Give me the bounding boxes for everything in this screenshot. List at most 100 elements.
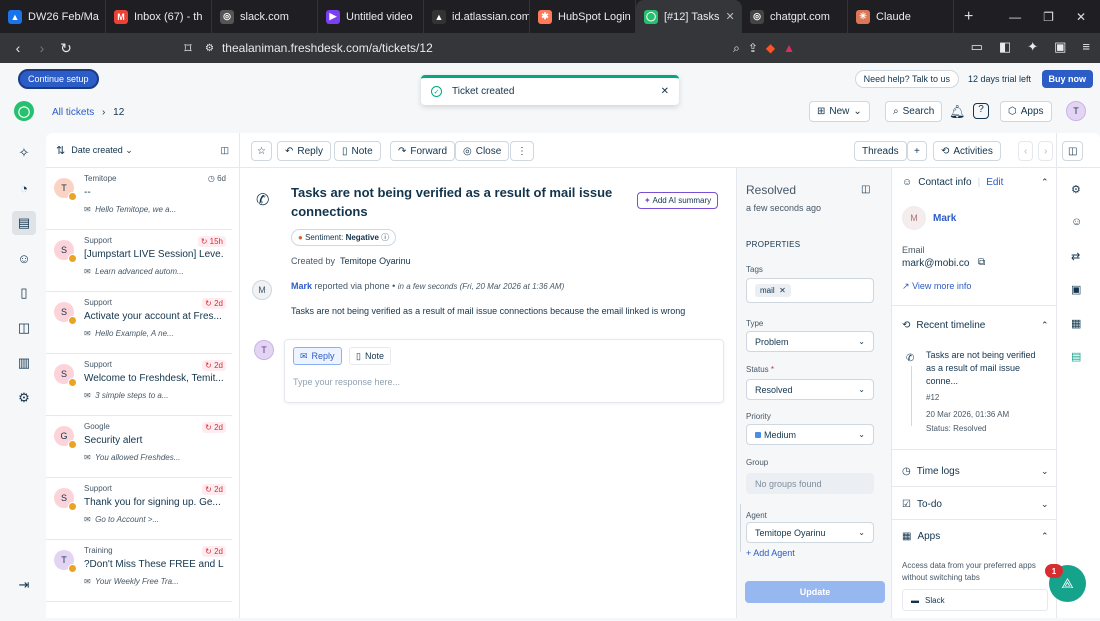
status-select[interactable]: Resolved ⌄ bbox=[746, 379, 874, 400]
tickets-icon[interactable]: ▤ bbox=[12, 211, 36, 235]
restore-icon[interactable]: ❐ bbox=[1043, 10, 1054, 24]
time-logs-title[interactable]: Time logs bbox=[917, 466, 960, 477]
notifications-bell-icon[interactable]: 🔔︎ bbox=[949, 104, 966, 120]
new-tab-button[interactable]: + bbox=[954, 8, 983, 26]
close-button[interactable]: ◎ Close bbox=[455, 141, 510, 161]
todo-title[interactable]: To-do bbox=[917, 499, 942, 510]
settings-gear-icon[interactable]: ⚙ bbox=[12, 386, 36, 410]
collapse-icon[interactable]: ⌃ bbox=[1041, 320, 1049, 331]
browser-tab[interactable]: ▲ id.atlassian.com bbox=[424, 0, 530, 33]
reports-icon[interactable]: ▥ bbox=[12, 351, 36, 375]
site-info-icon[interactable]: ⚙ bbox=[205, 43, 214, 54]
browser-tab[interactable]: ▲ DW26 Feb/Ma bbox=[0, 0, 106, 33]
browser-tab[interactable]: ✱ HubSpot Login bbox=[530, 0, 636, 33]
note-tab[interactable]: ▯ Note bbox=[349, 347, 391, 365]
apps-button[interactable]: ⬡ Apps bbox=[1000, 101, 1052, 122]
collapse-list-icon[interactable]: ◫ bbox=[220, 145, 229, 156]
contacts-icon[interactable]: ☺ bbox=[12, 246, 36, 270]
contact-name[interactable]: Mark bbox=[933, 213, 956, 224]
add-agent-link[interactable]: + Add Agent bbox=[746, 548, 795, 558]
browser-tab[interactable]: M Inbox (67) - th bbox=[106, 0, 212, 33]
close-window-icon[interactable]: ✕ bbox=[1076, 10, 1086, 24]
forward-button[interactable]: ↷ Forward bbox=[390, 141, 456, 161]
browser-tab[interactable]: ▶ Untitled video bbox=[318, 0, 424, 33]
back-icon[interactable]: ‹ bbox=[6, 40, 30, 56]
threads-button[interactable]: Threads bbox=[854, 141, 907, 161]
type-select[interactable]: Problem ⌄ bbox=[746, 331, 874, 352]
add-ai-summary-button[interactable]: ✦ Add AI summary bbox=[637, 192, 719, 209]
timeline-text[interactable]: Tasks are not being verified as a result… bbox=[926, 349, 1044, 388]
share-icon[interactable]: ⇪ bbox=[748, 41, 758, 55]
menu-icon[interactable]: ≡ bbox=[1082, 39, 1090, 55]
freshdesk-logo-icon[interactable]: ◯ bbox=[14, 101, 34, 121]
sidebar-icon[interactable]: ◧ bbox=[999, 39, 1011, 55]
search-button[interactable]: ⌕ Search bbox=[885, 101, 943, 122]
ticket-list-item[interactable]: G Google Security alert ✉ You allowed Fresh… bbox=[46, 416, 232, 478]
activities-button[interactable]: ⟲ Activities bbox=[933, 141, 1001, 161]
url-field[interactable]: ⚙ thealaniman.freshdesk.com/a/tickets/12… bbox=[205, 36, 795, 60]
info-icon[interactable]: ⓘ bbox=[381, 233, 389, 242]
close-tab-icon[interactable]: ✕ bbox=[725, 10, 734, 23]
bookmark-icon[interactable]: ⌑ bbox=[176, 40, 200, 57]
ticket-list-item[interactable]: T Training ?Don't Miss These FREE and L...… bbox=[46, 540, 232, 602]
collapse-icon[interactable]: ⌃ bbox=[1041, 531, 1049, 542]
sliders-icon[interactable]: ⚙ bbox=[1071, 183, 1081, 196]
ticket-list-item[interactable]: S Support Thank you for signing up. Ge... ✉… bbox=[46, 478, 232, 540]
more-options-icon[interactable]: ⋮ bbox=[510, 141, 534, 161]
next-ticket-icon[interactable]: › bbox=[1038, 141, 1054, 161]
browser-tab[interactable]: ◯ [#12] Tasks ✕ bbox=[636, 0, 742, 33]
calendar-icon[interactable]: ▦ bbox=[1071, 317, 1081, 330]
expand-nav-icon[interactable]: ⇥ bbox=[12, 573, 36, 597]
reply-input[interactable]: Type your response here... bbox=[293, 377, 400, 387]
priority-select[interactable]: Medium ⌄ bbox=[746, 424, 874, 445]
ticket-list-item[interactable]: S Support Welcome to Freshdesk, Temit... ✉ … bbox=[46, 354, 232, 416]
expand-icon[interactable]: ⌄ bbox=[1041, 499, 1049, 510]
edit-contact-link[interactable]: Edit bbox=[986, 177, 1003, 188]
sparkle-icon[interactable]: ✧ bbox=[12, 141, 36, 165]
new-button[interactable]: ⊞ New ⌄ bbox=[809, 101, 870, 122]
collapse-icon[interactable]: ⌃ bbox=[1041, 177, 1049, 188]
help-button[interactable]: Need help? Talk to us bbox=[854, 70, 959, 88]
tags-field[interactable]: mail ✕ bbox=[746, 278, 874, 303]
sort-dropdown[interactable]: Date created ⌄ bbox=[71, 145, 133, 156]
add-thread-icon[interactable]: + bbox=[907, 141, 927, 161]
reload-icon[interactable]: ↻ bbox=[54, 40, 78, 57]
browser-tab[interactable]: ✳ Claude bbox=[848, 0, 954, 33]
author-name[interactable]: Mark bbox=[291, 281, 312, 291]
browser-tab[interactable]: ◎ chatgpt.com bbox=[742, 0, 848, 33]
integration-icon[interactable]: ▤ bbox=[1071, 350, 1081, 363]
wallet-icon[interactable]: ▣ bbox=[1054, 39, 1066, 55]
dashboard-icon[interactable]: ◔ bbox=[12, 176, 36, 200]
remove-tag-icon[interactable]: ✕ bbox=[779, 286, 786, 295]
copy-icon[interactable]: ⧉ bbox=[978, 257, 985, 268]
expand-icon[interactable]: ⌄ bbox=[1041, 466, 1049, 477]
canned-response-icon[interactable]: ▣ bbox=[1071, 283, 1081, 296]
all-tickets-link[interactable]: All tickets bbox=[52, 107, 94, 118]
minimize-icon[interactable]: — bbox=[1009, 10, 1021, 24]
forward-icon[interactable]: › bbox=[30, 40, 54, 56]
cast-icon[interactable]: ▭ bbox=[971, 39, 983, 55]
sort-icon[interactable]: ⇅ bbox=[56, 144, 65, 157]
ticket-list-item[interactable]: T Temitope -- ✉ Hello Temitope, we a... ◷ 6d bbox=[46, 168, 232, 230]
zoom-icon[interactable]: ⌕ bbox=[733, 41, 740, 56]
view-more-link[interactable]: ↗ View more info bbox=[902, 281, 971, 292]
reply-button[interactable]: ↶ Reply bbox=[277, 141, 331, 161]
user-gear-icon[interactable]: ☺ bbox=[1071, 216, 1082, 228]
prev-ticket-icon[interactable]: ‹ bbox=[1018, 141, 1034, 161]
ticket-list-item[interactable]: S Support Activate your account at Fres...… bbox=[46, 292, 232, 354]
update-button[interactable]: Update bbox=[745, 581, 885, 603]
brave-rewards-icon[interactable]: ▲ bbox=[783, 41, 795, 55]
browser-tab[interactable]: ◎ slack.com bbox=[212, 0, 318, 33]
user-avatar[interactable]: T bbox=[1066, 101, 1086, 121]
knowledge-base-icon[interactable]: ▯ bbox=[12, 281, 36, 305]
slack-app[interactable]: ▬ Slack bbox=[902, 589, 1048, 611]
star-icon[interactable]: ☆ bbox=[251, 141, 272, 161]
reply-tab[interactable]: ✉ Reply bbox=[293, 347, 342, 365]
leo-icon[interactable]: ✦ bbox=[1027, 39, 1038, 55]
brave-shield-icon[interactable]: ◆ bbox=[766, 41, 775, 55]
apps-title[interactable]: Apps bbox=[917, 531, 940, 542]
note-button[interactable]: ▯ Note bbox=[334, 141, 381, 161]
agent-select[interactable]: Temitope Oyarinu ⌄ bbox=[746, 522, 874, 543]
panel-toggle-icon[interactable]: ◫ bbox=[861, 184, 870, 195]
help-icon[interactable]: ? bbox=[973, 103, 989, 119]
